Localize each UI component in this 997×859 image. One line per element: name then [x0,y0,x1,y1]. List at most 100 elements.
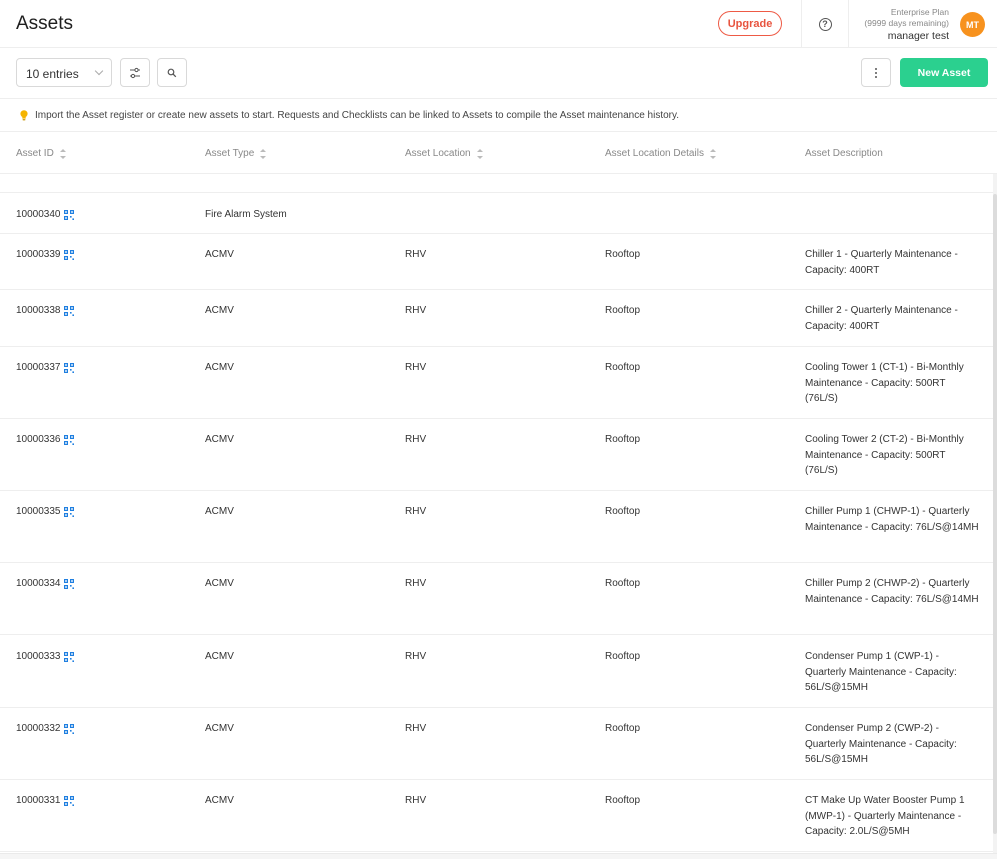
asset-description-cell: Cooling Tower 1 (CT-1) - Bi-Monthly Main… [805,362,964,404]
asset-id: 10000332 [16,723,61,734]
qr-code-icon[interactable] [63,209,74,220]
toolbar: 10 entries New Asset [0,48,997,99]
asset-type-cell: ACMV [205,362,234,373]
plan-info[interactable]: Enterprise Plan (9999 days remaining) ma… [852,7,949,44]
table-spacer [0,174,993,193]
more-options-button[interactable] [861,58,891,87]
qr-code-icon[interactable] [63,723,74,734]
asset-id: 10000331 [16,795,61,806]
column-header-label: Asset Location Details [605,148,704,159]
asset-id-cell: 10000336 [16,432,74,448]
asset-id-cell: 10000339 [16,247,74,263]
asset-id-cell: 10000334 [16,576,74,592]
qr-code-icon[interactable] [63,578,74,589]
filter-button[interactable] [120,58,150,87]
asset-type-cell: ACMV [205,651,234,662]
horizontal-scrollbar[interactable] [0,853,997,859]
column-header-label: Asset Type [205,148,255,159]
help-icon: ? [818,17,832,31]
help-button[interactable]: ? [801,0,849,48]
asset-description-cell: Chiller 2 - Quarterly Maintenance - Capa… [805,305,958,332]
table-row[interactable]: 10000335 ACMV RHV Rooftop Chiller Pump 1… [0,491,993,563]
asset-id: 10000338 [16,305,61,316]
asset-description-cell: Chiller Pump 2 (CHWP-2) - Quarterly Main… [805,578,979,605]
table-row[interactable]: 10000337 ACMV RHV Rooftop Cooling Tower … [0,347,993,419]
column-header-asset-location-details[interactable]: Asset Location Details [605,148,716,159]
qr-code-icon[interactable] [63,305,74,316]
table-row[interactable]: 10000339 ACMV RHV Rooftop Chiller 1 - Qu… [0,234,993,290]
table-header: Asset ID Asset Type Asset Location Asset… [0,133,997,174]
asset-id: 10000340 [16,209,61,220]
table-row[interactable]: 10000338 ACMV RHV Rooftop Chiller 2 - Qu… [0,290,993,347]
table-row[interactable]: 10000332 ACMV RHV Rooftop Condenser Pump… [0,708,993,780]
asset-location-cell: RHV [405,305,427,316]
asset-location-cell: RHV [405,723,427,734]
asset-description-cell: Chiller 1 - Quarterly Maintenance - Capa… [805,249,958,276]
asset-id-cell: 10000331 [16,793,74,809]
lightbulb-icon [20,110,28,121]
column-header-label: Asset Description [805,148,883,159]
table-row[interactable]: 10000333 ACMV RHV Rooftop Condenser Pump… [0,635,993,708]
entries-select[interactable]: 10 entries [16,58,112,87]
asset-id: 10000336 [16,434,61,445]
asset-location-details-cell: Rooftop [605,434,641,445]
asset-location-cell: RHV [405,651,427,662]
asset-id-cell: 10000335 [16,504,74,520]
qr-code-icon[interactable] [63,249,74,260]
sort-icon [476,148,483,159]
column-header-label: Asset ID [16,148,54,159]
qr-code-icon[interactable] [63,434,74,445]
table-row[interactable]: 10000334 ACMV RHV Rooftop Chiller Pump 2… [0,563,993,635]
asset-type-cell: ACMV [205,506,234,517]
column-header-asset-location[interactable]: Asset Location [405,148,483,159]
sort-icon [709,148,716,159]
asset-location-details-cell: Rooftop [605,362,641,373]
asset-id-cell: 10000332 [16,721,74,737]
filter-icon [130,67,140,78]
entries-select-value: 10 entries [26,67,79,81]
avatar[interactable]: MT [960,12,985,37]
qr-code-icon[interactable] [63,795,74,806]
upgrade-button[interactable]: Upgrade [718,11,782,36]
info-text: Import the Asset register or create new … [35,110,680,121]
qr-code-icon[interactable] [63,506,74,517]
new-asset-button[interactable]: New Asset [900,58,988,87]
asset-id-cell: 10000340 [16,207,74,223]
asset-location-cell: RHV [405,795,427,806]
asset-location-cell: RHV [405,578,427,589]
asset-location-details-cell: Rooftop [605,723,641,734]
sort-icon [59,148,66,159]
column-header-label: Asset Location [405,148,471,159]
info-banner: Import the Asset register or create new … [0,100,997,132]
search-button[interactable] [157,58,187,87]
asset-id: 10000335 [16,506,61,517]
table-row[interactable]: 10000331 ACMV RHV Rooftop CT Make Up Wat… [0,780,993,852]
scrollbar-thumb[interactable] [993,194,997,834]
asset-id: 10000337 [16,362,61,373]
asset-id-cell: 10000338 [16,303,74,319]
asset-location-cell: RHV [405,362,427,373]
chevron-down-icon [94,66,104,76]
asset-location-cell: RHV [405,506,427,517]
asset-id: 10000339 [16,249,61,260]
column-header-asset-id[interactable]: Asset ID [16,148,66,159]
page-title: Assets [16,13,74,34]
asset-type-cell: ACMV [205,578,234,589]
column-header-asset-type[interactable]: Asset Type [205,148,267,159]
table-row[interactable]: 10000340 Fire Alarm System [0,194,993,234]
asset-location-details-cell: Rooftop [605,305,641,316]
asset-location-cell: RHV [405,434,427,445]
sort-icon [260,148,267,159]
qr-code-icon[interactable] [63,362,74,373]
asset-location-details-cell: Rooftop [605,578,641,589]
column-header-asset-description: Asset Description [805,148,883,159]
qr-code-icon[interactable] [63,651,74,662]
plan-days-remaining: (9999 days remaining) [864,18,949,28]
asset-type-cell: ACMV [205,795,234,806]
table-row[interactable]: 10000336 ACMV RHV Rooftop Cooling Tower … [0,419,993,491]
asset-description-cell: Condenser Pump 1 (CWP-1) - Quarterly Mai… [805,651,957,693]
asset-id: 10000333 [16,651,61,662]
search-icon [167,68,177,77]
asset-id-cell: 10000333 [16,649,74,665]
asset-location-cell: RHV [405,249,427,260]
